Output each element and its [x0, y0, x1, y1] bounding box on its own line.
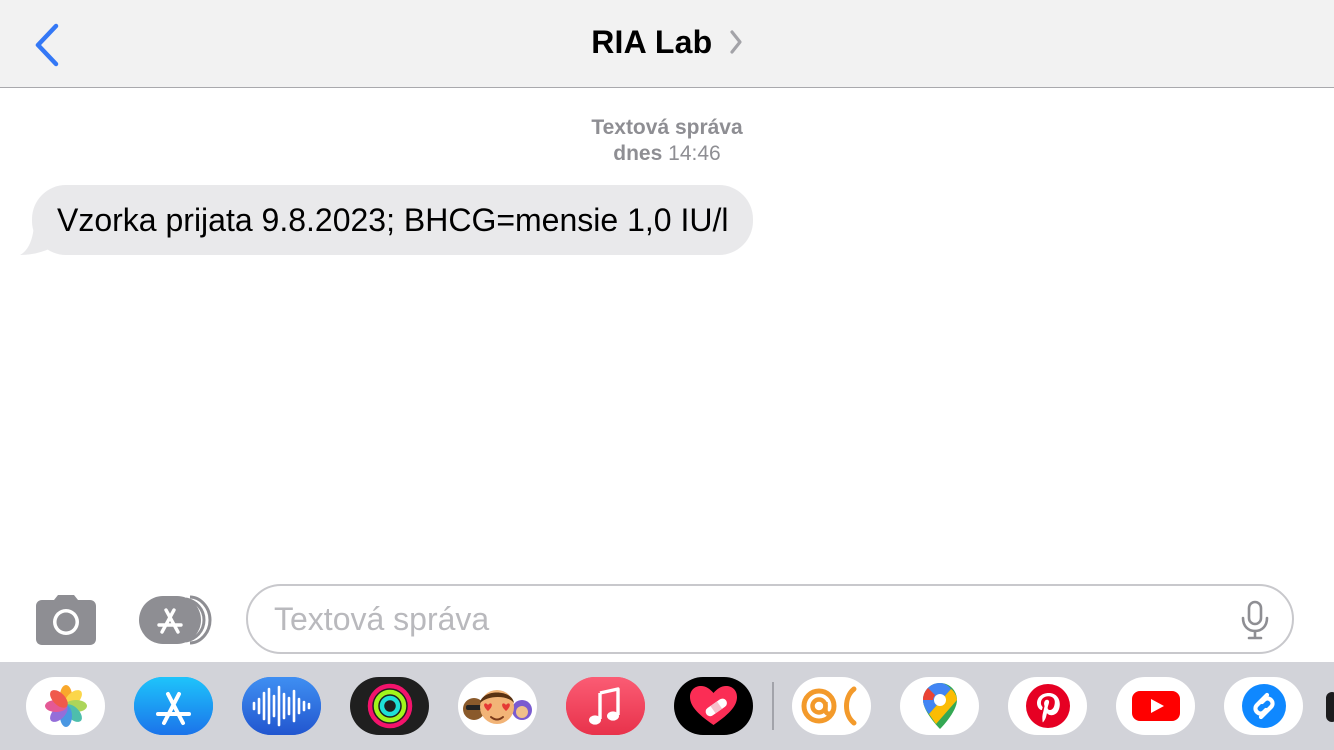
app-store-icon: [134, 677, 213, 735]
app-memoji-stickers[interactable]: [458, 677, 537, 735]
app-at-mention[interactable]: [792, 677, 871, 735]
shazam-icon: [1241, 684, 1286, 728]
message-timestamp: Textová správa dnes 14:46: [0, 115, 1334, 167]
app-app-store[interactable]: [134, 677, 213, 735]
app-youtube[interactable]: [1116, 677, 1195, 735]
camera-button[interactable]: [34, 594, 98, 646]
app-photos[interactable]: [26, 677, 105, 735]
voice-memos-icon: [242, 677, 321, 735]
app-voice-memos[interactable]: [242, 677, 321, 735]
app-drawer-overflow-peek: [1326, 692, 1334, 722]
dictation-button[interactable]: [1240, 600, 1270, 640]
message-date-time: dnes 14:46: [0, 141, 1334, 167]
activity-icon: [367, 683, 412, 729]
pinterest-icon: [1025, 684, 1070, 728]
contact-name: RIA Lab: [591, 24, 713, 60]
digital-touch-icon: [690, 686, 737, 725]
app-drawer-divider: [772, 682, 774, 730]
message-bubble[interactable]: Vzorka prijata 9.8.2023; BHCG=mensie 1,0…: [32, 185, 754, 255]
google-maps-icon: [922, 683, 957, 729]
message-day: dnes: [613, 142, 663, 165]
app-shazam[interactable]: [1224, 677, 1303, 735]
microphone-icon: [1241, 600, 1269, 640]
apps-button[interactable]: [138, 595, 214, 645]
photos-icon: [44, 685, 87, 727]
app-music[interactable]: [566, 677, 645, 735]
app-google-maps[interactable]: [900, 677, 979, 735]
contact-details-button[interactable]: RIA Lab: [0, 24, 1334, 61]
camera-icon: [36, 595, 96, 645]
incoming-message[interactable]: Vzorka prijata 9.8.2023; BHCG=mensie 1,0…: [20, 185, 754, 255]
music-icon: [566, 677, 645, 735]
chevron-right-icon: [730, 29, 742, 54]
message-text: Vzorka prijata 9.8.2023; BHCG=mensie 1,0…: [57, 201, 729, 238]
youtube-icon: [1131, 691, 1180, 721]
app-pinterest[interactable]: [1008, 677, 1087, 735]
message-time: 14:46: [668, 142, 721, 165]
message-service-label: Textová správa: [591, 116, 743, 139]
app-activity[interactable]: [350, 677, 429, 735]
conversation-header: RIA Lab: [0, 0, 1334, 88]
messages-screen: RIA Lab Textová správa dnes 14:46 Vzorka…: [0, 0, 1334, 750]
app-drawer: [0, 662, 1334, 750]
message-input[interactable]: [246, 584, 1294, 654]
app-store-apps-icon: [139, 595, 212, 645]
at-mention-app-icon: [801, 686, 857, 726]
app-digital-touch[interactable]: [674, 677, 753, 735]
memoji-stickers-icon: [463, 690, 532, 724]
